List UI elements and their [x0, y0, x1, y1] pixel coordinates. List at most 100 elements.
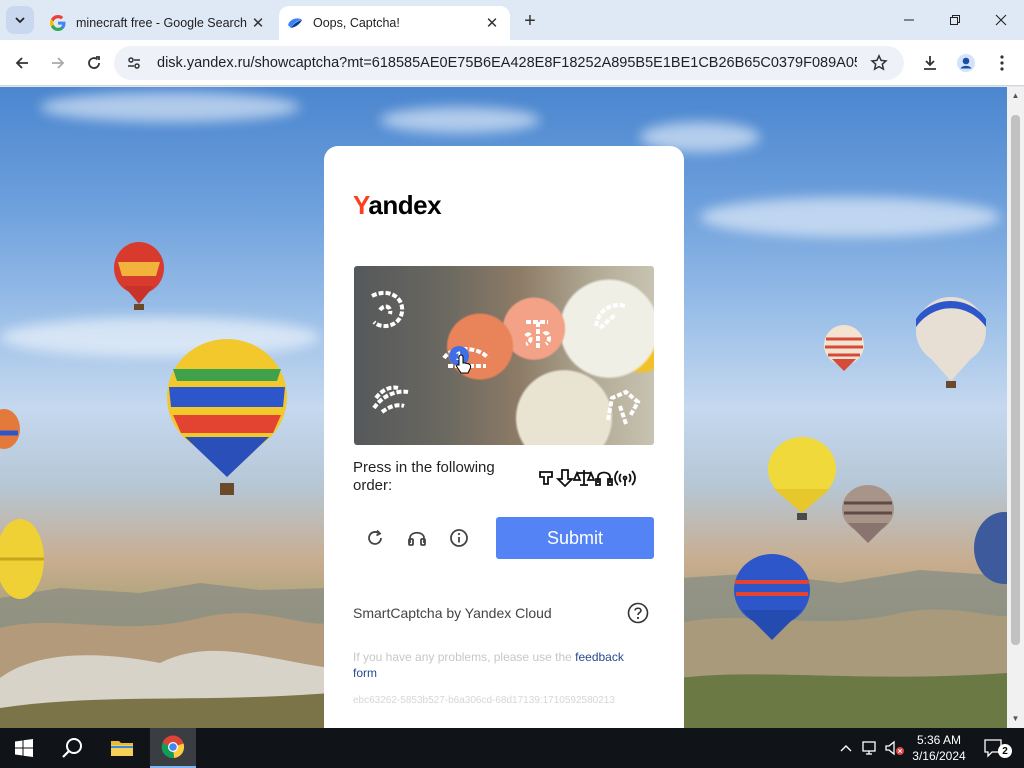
chrome-icon	[161, 735, 185, 759]
tab-google-search[interactable]: minecraft free - Google Search ✕	[40, 6, 276, 40]
show-hidden-icons-button[interactable]	[836, 728, 856, 768]
reload-button[interactable]	[79, 48, 109, 78]
windows-logo-icon	[15, 739, 33, 757]
page-scrollbar[interactable]: ▲ ▼	[1007, 87, 1024, 728]
tab-title: minecraft free - Google Search	[76, 16, 247, 30]
forward-button[interactable]	[43, 48, 73, 78]
cloud	[380, 107, 540, 133]
hand-point-icon	[539, 471, 553, 485]
cloud	[40, 92, 300, 122]
close-icon[interactable]: ✕	[482, 13, 502, 33]
browser-toolbar: disk.yandex.ru/showcaptcha?mt=618585AE0E…	[0, 40, 1024, 86]
back-button[interactable]	[7, 48, 37, 78]
start-button[interactable]	[4, 728, 44, 768]
arrow-down-icon	[555, 469, 575, 488]
folder-icon	[111, 741, 133, 756]
balloon-image	[768, 437, 836, 520]
scales-icon	[572, 470, 596, 486]
captcha-symbol[interactable]	[518, 312, 558, 356]
network-button[interactable]	[860, 728, 882, 768]
tab-captcha[interactable]: Oops, Captcha! ✕	[279, 6, 510, 40]
arrow-left-icon	[15, 57, 28, 69]
captcha-token: ebc63262-5853b527-b6a306cd-68d17139:1710…	[353, 695, 615, 706]
restore-button[interactable]	[932, 0, 978, 40]
url-text[interactable]: disk.yandex.ru/showcaptcha?mt=618585AE0E…	[157, 55, 857, 71]
tab-bar: minecraft free - Google Search ✕ Oops, C…	[0, 0, 1024, 40]
problem-notice: If you have any problems, please use the…	[353, 650, 624, 680]
taskbar-clock[interactable]: 5:36 AM 3/16/2024	[906, 732, 972, 764]
cloud	[700, 197, 1000, 237]
close-window-button[interactable]	[978, 0, 1024, 40]
minimize-icon	[904, 19, 914, 21]
refresh-captcha-button[interactable]	[364, 527, 386, 549]
reload-icon	[88, 56, 100, 69]
avatar	[957, 54, 975, 72]
balloon-image	[0, 519, 44, 599]
network-icon	[862, 741, 876, 755]
menu-button[interactable]	[987, 48, 1017, 78]
tab-search-button[interactable]	[6, 6, 34, 34]
broadcast-icon	[614, 470, 636, 486]
google-icon	[50, 15, 66, 31]
notification-count-badge: 2	[998, 744, 1012, 758]
profile-button[interactable]	[951, 48, 981, 78]
balloon-image	[824, 325, 864, 371]
captcha-symbol[interactable]	[368, 368, 418, 418]
search-button[interactable]	[50, 728, 94, 768]
chrome-taskbar-button[interactable]	[150, 728, 196, 768]
restore-icon	[950, 15, 960, 25]
arrow-right-icon	[52, 57, 65, 69]
search-icon	[62, 738, 82, 758]
captcha-image[interactable]: 1	[354, 266, 654, 445]
scroll-thumb[interactable]	[1011, 115, 1020, 645]
scroll-down-icon[interactable]: ▼	[1011, 714, 1020, 724]
smartcaptcha-brand: SmartCaptcha by Yandex Cloud	[353, 605, 552, 621]
scroll-up-icon[interactable]: ▲	[1011, 91, 1020, 101]
notifications-button[interactable]: 2	[980, 728, 1012, 768]
balloon-image	[974, 512, 1007, 584]
balloon-image	[734, 554, 810, 640]
close-icon	[995, 14, 1007, 26]
captcha-symbol[interactable]	[602, 384, 646, 430]
info-button[interactable]	[448, 527, 470, 549]
symbol-order-sequence	[539, 469, 636, 488]
balloon-image	[0, 409, 20, 449]
yandex-logo: Yandex	[353, 190, 442, 220]
more-vert-icon	[1000, 55, 1004, 71]
balloon-image	[916, 297, 986, 388]
headphones-icon	[595, 471, 613, 486]
tab-title: Oops, Captcha!	[313, 16, 400, 30]
captcha-symbol[interactable]	[362, 286, 410, 334]
bookmark-star-icon[interactable]	[868, 52, 890, 74]
clock-time: 5:36 AM	[916, 733, 962, 747]
captcha-symbol[interactable]	[588, 296, 634, 338]
page-viewport: Yandex 1 Press in the following order:	[0, 87, 1007, 728]
headphones-icon	[408, 531, 426, 546]
yandex-disk-icon	[287, 15, 303, 31]
captcha-instruction: Press in the following order:	[353, 459, 495, 494]
new-tab-button[interactable]: +	[518, 9, 542, 33]
chevron-up-icon	[840, 745, 852, 752]
captcha-card: Yandex 1 Press in the following order:	[324, 146, 684, 728]
download-icon	[924, 56, 936, 70]
download-button[interactable]	[915, 48, 945, 78]
balloon-image	[842, 485, 894, 543]
help-icon[interactable]	[627, 602, 649, 624]
clock-date: 3/16/2024	[912, 749, 966, 763]
volume-muted-icon	[885, 740, 904, 756]
minimize-button[interactable]	[886, 0, 932, 40]
windows-taskbar: 5:36 AM 3/16/2024 2	[0, 728, 1024, 768]
chevron-down-icon	[15, 17, 25, 24]
info-icon	[450, 529, 468, 547]
site-info-icon[interactable]	[123, 52, 145, 74]
refresh-icon	[368, 529, 382, 545]
submit-button[interactable]: Submit	[496, 517, 654, 559]
file-explorer-button[interactable]	[100, 728, 144, 768]
volume-button[interactable]	[884, 728, 906, 768]
balloon-image	[114, 242, 164, 310]
hand-cursor-icon	[456, 354, 472, 374]
balloon-image	[167, 339, 287, 495]
audio-captcha-button[interactable]	[406, 527, 428, 549]
close-icon[interactable]: ✕	[248, 13, 268, 33]
address-bar[interactable]: disk.yandex.ru/showcaptcha?mt=618585AE0E…	[114, 46, 904, 80]
